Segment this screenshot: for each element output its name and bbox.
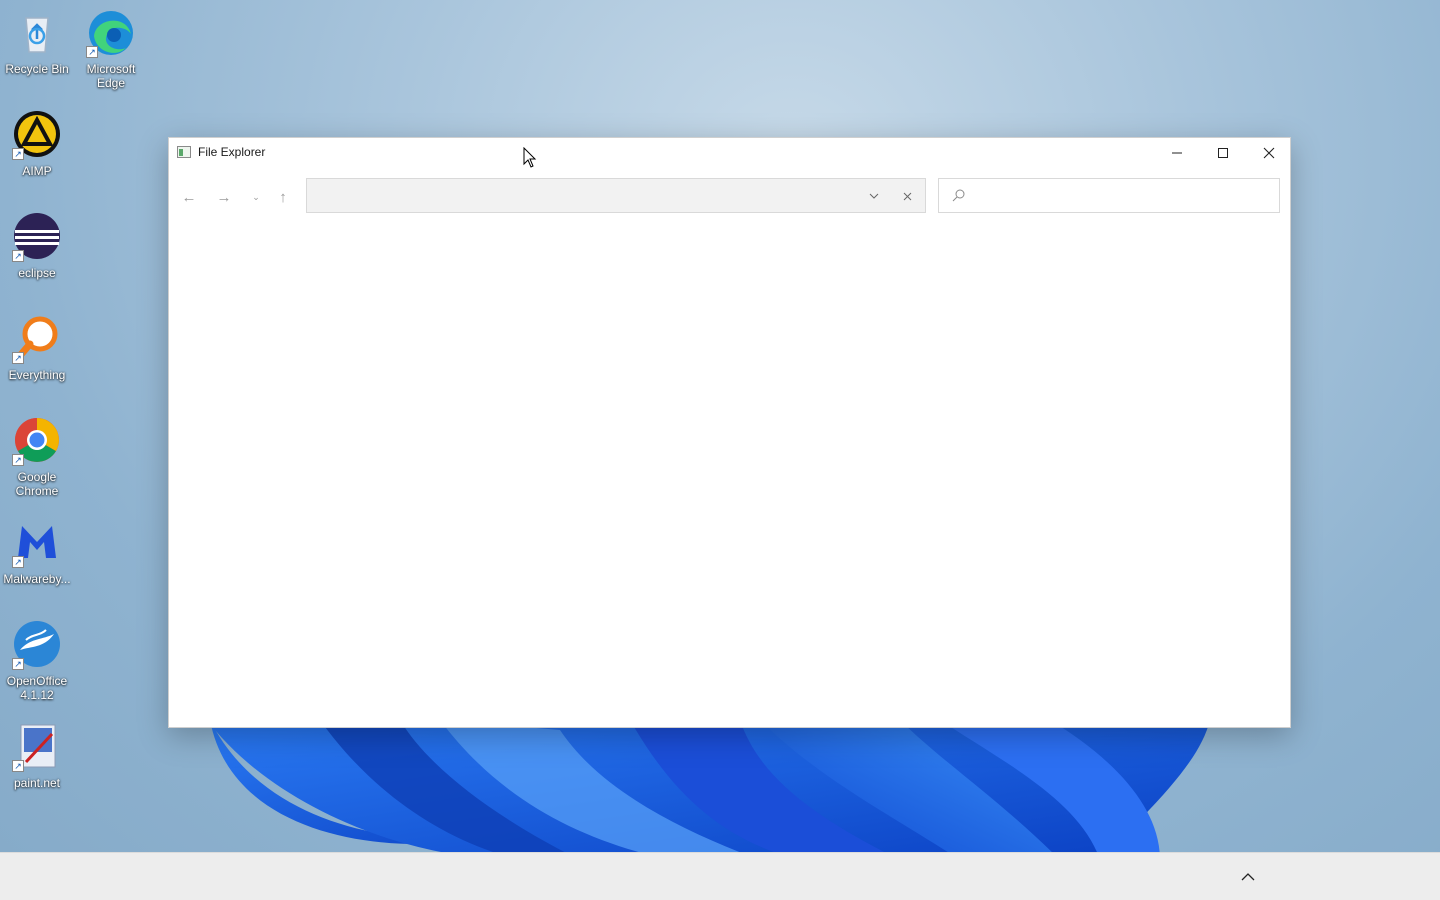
minimize-button[interactable] bbox=[1154, 138, 1200, 168]
desktop-icon-label: OpenOffice 4.1.12 bbox=[6, 674, 68, 702]
chevron-up-icon bbox=[1241, 873, 1255, 881]
title-bar[interactable]: File Explorer bbox=[169, 138, 1290, 168]
recent-locations-button[interactable]: ⌄ bbox=[244, 182, 268, 212]
desktop-icon-label: AIMP bbox=[22, 164, 52, 178]
back-button[interactable]: ← bbox=[177, 182, 201, 212]
arrow-left-icon: ← bbox=[181, 188, 197, 206]
desktop-icon-aimp[interactable]: ↗ AIMP bbox=[0, 110, 74, 178]
shortcut-arrow-icon: ↗ bbox=[86, 46, 98, 58]
everything-icon: ↗ bbox=[12, 314, 62, 364]
shortcut-arrow-icon: ↗ bbox=[12, 556, 24, 568]
chrome-icon: ↗ bbox=[12, 416, 62, 466]
address-bar[interactable] bbox=[306, 178, 926, 213]
shortcut-arrow-icon: ↗ bbox=[12, 760, 24, 772]
desktop-icon-label: Recycle Bin bbox=[5, 62, 69, 76]
desktop-icon-label: Everything bbox=[8, 368, 66, 382]
malwarebytes-icon: ↗ bbox=[12, 518, 62, 568]
address-dropdown-button[interactable] bbox=[863, 186, 885, 206]
shortcut-arrow-icon: ↗ bbox=[12, 352, 24, 364]
eclipse-icon: ↗ bbox=[12, 212, 62, 262]
shortcut-arrow-icon: ↗ bbox=[12, 454, 24, 466]
paintnet-icon: ↗ bbox=[12, 722, 62, 772]
mouse-cursor-icon bbox=[523, 147, 537, 168]
aimp-icon: ↗ bbox=[12, 110, 62, 160]
address-input[interactable] bbox=[313, 185, 853, 206]
desktop-icon-paintnet[interactable]: ↗ paint.net bbox=[0, 722, 74, 790]
minimize-icon bbox=[1172, 152, 1182, 154]
desktop-icon-edge[interactable]: ↗ Microsoft Edge bbox=[74, 8, 148, 90]
window-title: File Explorer bbox=[198, 145, 266, 159]
chevron-down-icon bbox=[869, 193, 879, 199]
desktop-icon-label: eclipse bbox=[18, 266, 56, 280]
maximize-icon bbox=[1218, 148, 1228, 158]
desktop-icon-label: Malwareby... bbox=[3, 572, 71, 586]
arrow-up-icon: ↑ bbox=[279, 188, 287, 206]
shortcut-arrow-icon: ↗ bbox=[12, 148, 24, 160]
desktop-icon-label: Microsoft Edge bbox=[86, 62, 136, 90]
recycle-bin-icon bbox=[12, 8, 62, 58]
desktop-icon-eclipse[interactable]: ↗ eclipse bbox=[0, 212, 74, 280]
shortcut-arrow-icon: ↗ bbox=[12, 658, 24, 670]
edge-icon: ↗ bbox=[86, 8, 136, 58]
desktop-icon-openoffice[interactable]: ↗ OpenOffice 4.1.12 bbox=[0, 620, 74, 702]
file-explorer-window[interactable]: File Explorer ← → ⌄ ↑ bbox=[168, 137, 1291, 728]
forward-button[interactable]: → bbox=[212, 182, 236, 212]
chevron-down-icon: ⌄ bbox=[252, 191, 260, 202]
desktop-icon-malwarebytes[interactable]: ↗ Malwareby... bbox=[0, 518, 74, 586]
openoffice-icon: ↗ bbox=[12, 620, 62, 670]
show-hidden-icons-button[interactable] bbox=[1236, 867, 1260, 887]
search-box[interactable] bbox=[938, 178, 1280, 213]
desktop-icon-chrome[interactable]: ↗ Google Chrome bbox=[0, 416, 74, 498]
arrow-right-icon: → bbox=[216, 188, 232, 206]
taskbar bbox=[0, 852, 1440, 900]
desktop-icon-everything[interactable]: ↗ Everything bbox=[0, 314, 74, 382]
search-icon bbox=[952, 189, 965, 202]
desktop-icon-recycle-bin[interactable]: Recycle Bin bbox=[0, 8, 74, 76]
desktop-icon-label: paint.net bbox=[13, 776, 61, 790]
close-icon bbox=[1263, 147, 1275, 159]
file-explorer-app-icon bbox=[177, 146, 191, 158]
close-icon bbox=[903, 192, 911, 200]
maximize-button[interactable] bbox=[1200, 138, 1246, 168]
up-button[interactable]: ↑ bbox=[271, 182, 295, 212]
search-input[interactable] bbox=[973, 185, 1273, 206]
content-area[interactable] bbox=[169, 223, 1290, 728]
close-button[interactable] bbox=[1246, 138, 1292, 168]
desktop-icon-label: Google Chrome bbox=[15, 470, 59, 498]
shortcut-arrow-icon: ↗ bbox=[12, 250, 24, 262]
address-clear-button[interactable] bbox=[896, 186, 918, 206]
